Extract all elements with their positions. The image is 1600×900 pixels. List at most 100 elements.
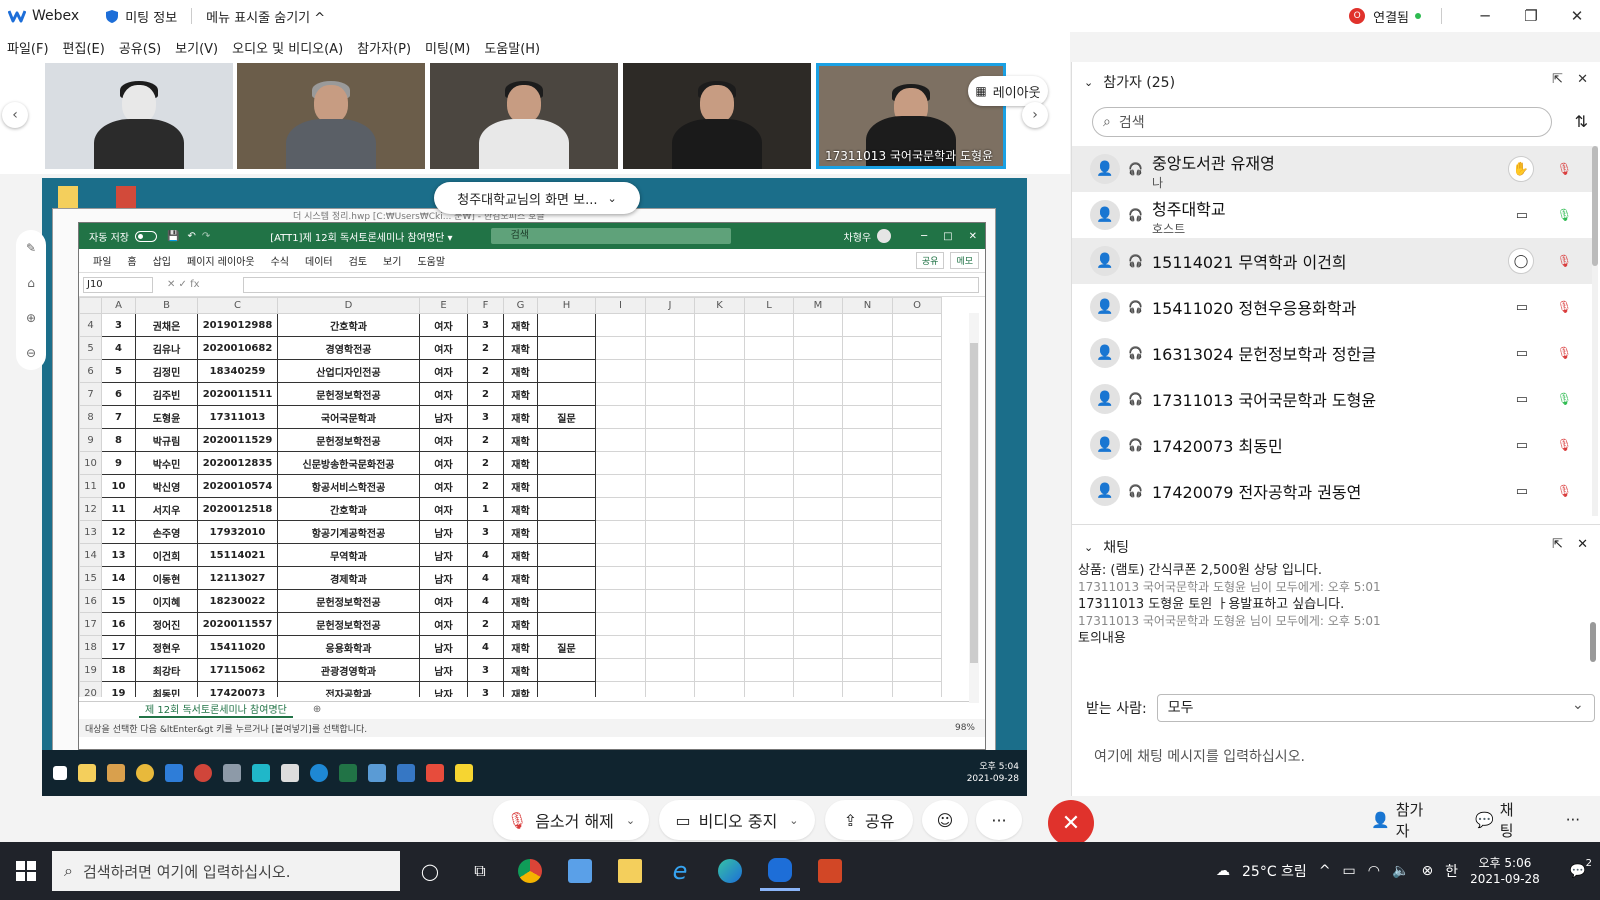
shared-screen[interactable]: 청주대학교님의 화면 보... ⌄ 더 시스템 정리.hwp [C:₩Users… <box>42 178 1027 796</box>
empty-cell[interactable] <box>694 405 745 429</box>
empty-cell[interactable] <box>842 474 893 498</box>
empty-cell[interactable] <box>694 451 745 475</box>
table-cell[interactable]: 남자 <box>419 520 468 544</box>
empty-cell[interactable] <box>842 566 893 590</box>
zoom-in-icon[interactable]: ⊕ <box>26 311 36 325</box>
empty-cell[interactable] <box>694 612 745 636</box>
empty-cell[interactable] <box>595 589 646 613</box>
row-number[interactable]: 15 <box>79 566 102 590</box>
table-cell[interactable]: 3 <box>467 313 504 337</box>
zoom-out-icon[interactable]: ⊖ <box>26 346 36 360</box>
empty-cell[interactable] <box>842 336 893 360</box>
table-cell[interactable]: 재학 <box>503 681 538 697</box>
chevron-down-icon[interactable]: ⌄ <box>1084 541 1093 554</box>
empty-cell[interactable] <box>892 313 942 337</box>
empty-cell[interactable] <box>694 336 745 360</box>
table-row[interactable]: 10 9 박수민 2020012835 신문방송한국문화전공 여자 2 재학 <box>79 451 942 475</box>
table-cell[interactable]: 15 <box>101 589 136 613</box>
empty-cell[interactable] <box>694 474 745 498</box>
table-cell[interactable]: 재학 <box>503 428 538 452</box>
empty-cell[interactable] <box>694 658 745 682</box>
table-cell[interactable]: 재학 <box>503 612 538 636</box>
table-cell[interactable]: 17932010 <box>197 520 278 544</box>
table-row[interactable]: 16 15 이지혜 18230022 문헌정보학전공 여자 4 재학 <box>79 589 942 613</box>
table-cell[interactable]: 2020011557 <box>197 612 278 636</box>
table-cell[interactable]: 재학 <box>503 336 538 360</box>
table-cell[interactable] <box>537 589 596 613</box>
empty-cell[interactable] <box>694 428 745 452</box>
table-cell[interactable]: 4 <box>467 566 504 590</box>
table-cell[interactable]: 여자 <box>419 428 468 452</box>
table-cell[interactable] <box>537 497 596 521</box>
empty-cell[interactable] <box>793 520 843 544</box>
empty-cell[interactable] <box>842 405 893 429</box>
empty-cell[interactable] <box>744 566 794 590</box>
empty-cell[interactable] <box>645 497 695 521</box>
powerpoint-icon[interactable] <box>810 851 850 891</box>
strip-next-icon[interactable]: › <box>1022 102 1048 128</box>
participant-action-icon[interactable]: ▭ <box>1516 208 1528 223</box>
empty-cell[interactable] <box>744 382 794 406</box>
table-cell[interactable]: 3 <box>467 658 504 682</box>
empty-cell[interactable] <box>892 635 942 659</box>
table-cell[interactable]: 박수민 <box>135 451 198 475</box>
table-cell[interactable]: 2019012988 <box>197 313 278 337</box>
menu-meeting[interactable]: 미팅(M) <box>425 38 470 57</box>
chrome-icon[interactable] <box>510 851 550 891</box>
tray-close-icon[interactable]: ⊗ <box>1421 863 1433 879</box>
table-row[interactable]: 18 17 정현우 15411020 응용화학과 남자 4 재학 질문 <box>79 635 942 659</box>
participant-search-input[interactable]: ⌕ 검색 <box>1092 107 1552 137</box>
menu-file[interactable]: 파일(F) <box>7 38 49 57</box>
connection-status[interactable]: 연결됨 <box>1373 7 1409 26</box>
table-cell[interactable]: 7 <box>101 405 136 429</box>
reactions-button[interactable]: ☺ <box>922 800 968 840</box>
table-cell[interactable]: 9 <box>101 451 136 475</box>
table-cell[interactable]: 남자 <box>419 658 468 682</box>
table-row[interactable]: 8 7 도형윤 17311013 국어국문학과 남자 3 재학 질문 <box>79 405 942 429</box>
table-cell[interactable] <box>537 543 596 567</box>
col-header[interactable]: L <box>744 297 794 314</box>
table-cell[interactable]: 국어국문학과 <box>277 405 420 429</box>
table-cell[interactable]: 이건희 <box>135 543 198 567</box>
menu-help[interactable]: 도움말(H) <box>484 38 540 57</box>
table-cell[interactable]: 여자 <box>419 313 468 337</box>
participants-header[interactable]: ⌄ 참가자 (25) <box>1084 72 1175 92</box>
chevron-down-icon[interactable]: ⌄ <box>626 814 635 827</box>
table-cell[interactable]: 6 <box>101 382 136 406</box>
ie-icon[interactable]: e <box>660 851 700 891</box>
empty-cell[interactable] <box>694 681 745 697</box>
table-cell[interactable]: 여자 <box>419 359 468 383</box>
annotate-icon[interactable]: ✎ <box>26 241 36 255</box>
empty-cell[interactable] <box>744 428 794 452</box>
table-row[interactable]: 19 18 최강타 17115062 관광경영학과 남자 3 재학 <box>79 658 942 682</box>
panel-more-button[interactable]: ··· <box>1566 811 1580 829</box>
stop-video-button[interactable]: ▭ 비디오 중지 ⌄ <box>659 800 815 840</box>
col-header[interactable]: M <box>793 297 843 314</box>
empty-cell[interactable] <box>842 612 893 636</box>
table-cell[interactable]: 2 <box>467 612 504 636</box>
empty-cell[interactable] <box>645 428 695 452</box>
empty-cell[interactable] <box>892 658 942 682</box>
table-cell[interactable]: 재학 <box>503 635 538 659</box>
sheet-grid[interactable]: A B C D E F G H I J K L M N O 4 3 권채은 20… <box>79 297 969 697</box>
participant-action-icon[interactable]: ▭ <box>1516 300 1528 315</box>
empty-cell[interactable] <box>892 428 942 452</box>
participant-row[interactable]: 👤 🎧 중앙도서관 유재영 나 ✋ 🎙 <box>1072 146 1592 192</box>
empty-cell[interactable] <box>793 382 843 406</box>
row-number[interactable]: 17 <box>79 612 102 636</box>
empty-cell[interactable] <box>842 520 893 544</box>
table-cell[interactable]: 4 <box>467 635 504 659</box>
chat-scroll-thumb[interactable] <box>1590 622 1596 662</box>
row-number[interactable]: 14 <box>79 543 102 567</box>
table-row[interactable]: 7 6 김주빈 2020011511 문헌정보학전공 여자 2 재학 <box>79 382 942 406</box>
table-cell[interactable]: 서지우 <box>135 497 198 521</box>
empty-cell[interactable] <box>842 359 893 383</box>
empty-cell[interactable] <box>595 405 646 429</box>
ribbon-tab-view[interactable]: 보기 <box>383 253 401 268</box>
table-cell[interactable] <box>537 382 596 406</box>
meeting-info-button[interactable]: 미팅 정보 <box>105 7 177 26</box>
table-cell[interactable] <box>537 566 596 590</box>
table-cell[interactable]: 산업디자인전공 <box>277 359 420 383</box>
table-cell[interactable]: 재학 <box>503 313 538 337</box>
table-row[interactable]: 9 8 박규림 2020011529 문헌정보학전공 여자 2 재학 <box>79 428 942 452</box>
